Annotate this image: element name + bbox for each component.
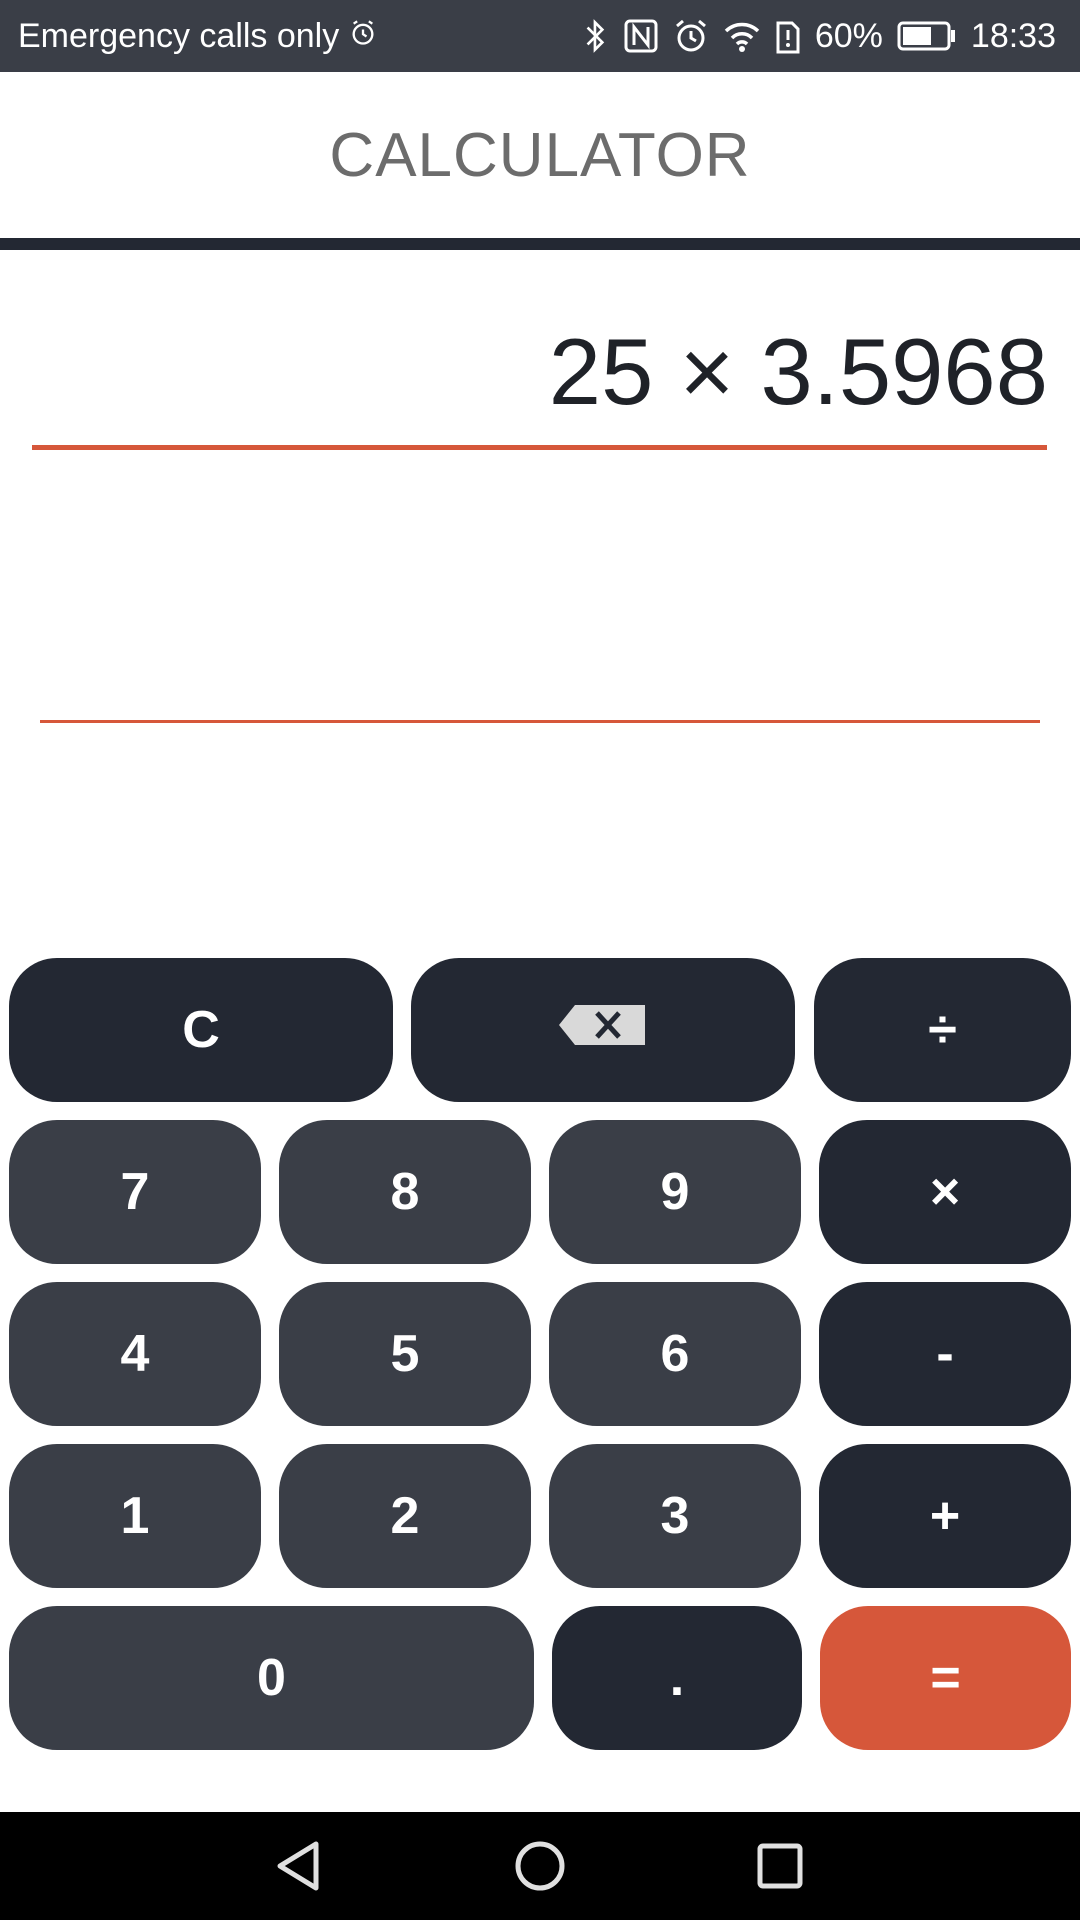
key-9[interactable]: 9 xyxy=(549,1120,801,1264)
divide-button[interactable]: ÷ xyxy=(814,958,1071,1102)
carrier-text: Emergency calls only xyxy=(18,16,340,55)
multiply-button[interactable]: × xyxy=(819,1120,1071,1264)
key-0[interactable]: 0 xyxy=(9,1606,534,1750)
key-6-label: 6 xyxy=(660,1325,690,1383)
alarm-small-icon xyxy=(349,17,377,56)
plus-button[interactable]: + xyxy=(819,1444,1071,1588)
expression-display[interactable]: 25 × 3.5968 xyxy=(549,318,1048,426)
decimal-label: . xyxy=(669,1649,685,1707)
plus-label: + xyxy=(929,1487,961,1545)
home-icon[interactable] xyxy=(480,1812,600,1920)
key-5-label: 5 xyxy=(390,1325,420,1383)
status-right: 60% 18:33 xyxy=(583,0,1056,72)
key-1[interactable]: 1 xyxy=(9,1444,261,1588)
back-icon[interactable] xyxy=(240,1812,360,1920)
clock-time: 18:33 xyxy=(970,16,1056,55)
backspace-button[interactable] xyxy=(411,958,795,1102)
title-divider xyxy=(0,238,1080,250)
multiply-label: × xyxy=(929,1163,961,1221)
backspace-icon xyxy=(559,1000,647,1060)
key-3[interactable]: 3 xyxy=(549,1444,801,1588)
minus-button[interactable]: - xyxy=(819,1282,1071,1426)
equals-label: = xyxy=(930,1649,961,1707)
battery-percent: 60% xyxy=(814,16,883,55)
key-7[interactable]: 7 xyxy=(9,1120,261,1264)
key-8-label: 8 xyxy=(390,1163,420,1221)
key-2[interactable]: 2 xyxy=(279,1444,531,1588)
navigation-bar xyxy=(0,1812,1080,1920)
status-left: Emergency calls only xyxy=(18,0,377,72)
expression-underline xyxy=(32,445,1047,450)
key-1-label: 1 xyxy=(120,1487,150,1545)
clear-button[interactable]: C xyxy=(9,958,393,1102)
app-header: CALCULATOR xyxy=(0,72,1080,238)
battery-alert-icon xyxy=(775,17,801,55)
minus-label: - xyxy=(936,1325,954,1383)
key-7-label: 7 xyxy=(120,1163,150,1221)
result-underline xyxy=(40,720,1040,723)
divide-label: ÷ xyxy=(928,1001,957,1059)
key-3-label: 3 xyxy=(660,1487,690,1545)
key-4[interactable]: 4 xyxy=(9,1282,261,1426)
key-2-label: 2 xyxy=(390,1487,420,1545)
key-9-label: 9 xyxy=(660,1163,690,1221)
equals-button[interactable]: = xyxy=(820,1606,1071,1750)
alarm-icon xyxy=(673,17,709,55)
key-8[interactable]: 8 xyxy=(279,1120,531,1264)
nfc-icon xyxy=(623,17,659,55)
status-bar: Emergency calls only 60% 18:33 xyxy=(0,0,1080,72)
recents-icon[interactable] xyxy=(720,1812,840,1920)
page-title: CALCULATOR xyxy=(329,120,751,190)
key-6[interactable]: 6 xyxy=(549,1282,801,1426)
key-4-label: 4 xyxy=(120,1325,150,1383)
wifi-icon xyxy=(723,19,761,53)
clear-label: C xyxy=(182,1001,220,1059)
bluetooth-icon xyxy=(583,17,609,55)
key-0-label: 0 xyxy=(257,1649,286,1707)
key-5[interactable]: 5 xyxy=(279,1282,531,1426)
decimal-button[interactable]: . xyxy=(552,1606,802,1750)
battery-icon xyxy=(897,21,957,51)
